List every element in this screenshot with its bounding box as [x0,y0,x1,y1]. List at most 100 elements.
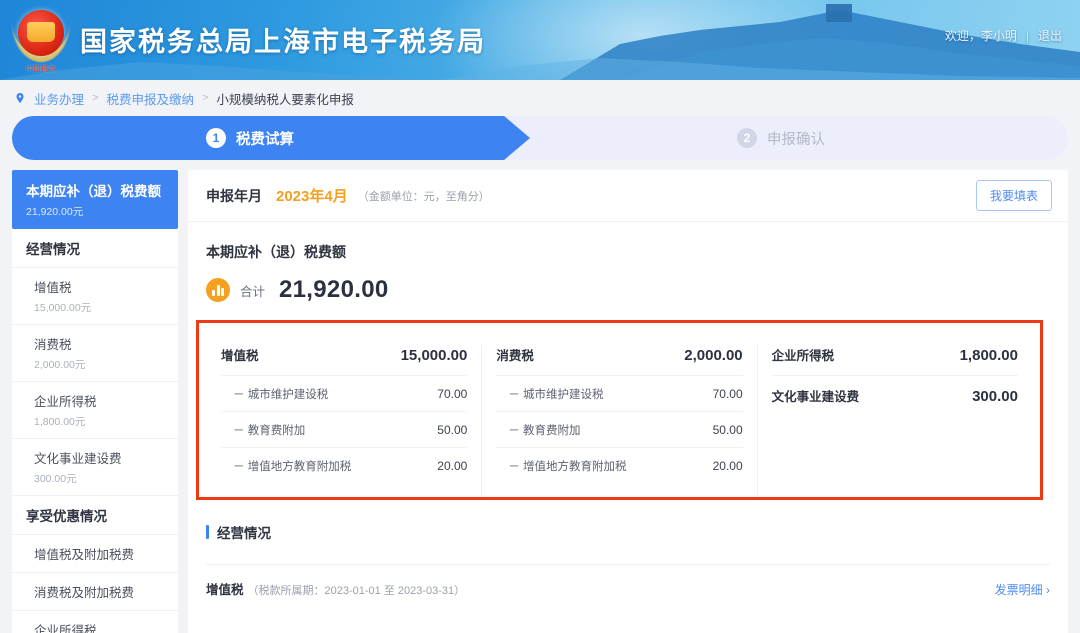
chevron-right-icon: › [1046,583,1050,597]
sidebar-item-consumption-tax[interactable]: 消费税 2,000.00元 [12,325,178,382]
breadcrumb-separator-0: > [92,92,98,104]
sidebar-item-benefit-corporate-income-tax[interactable]: 企业所得税 [12,611,178,633]
tax-sub-value: 70.00 [713,387,743,401]
tax-breakdown-highlight-box: 增值税 15,000.00 － 城市维护建设税 70.00 － 教育费附加 50… [196,320,1043,500]
page-body: 本期应补（退）税费额 21,920.00元 经营情况 增值税 15,000.00… [0,160,1080,633]
tax-column-other: 企业所得税 1,800.00 文化事业建设费 300.00 [757,345,1032,497]
tax-sub-value: 20.00 [713,459,743,473]
emblem-sublabel: 中国税务 [14,64,68,74]
total-amount-row: 合计 21,920.00 [188,262,1068,320]
sidebar-item-amount: 1,800.00元 [34,414,178,429]
sidebar-group-title-benefits: 享受优惠情况 [26,505,178,525]
business-row-name: 增值税 [206,579,244,598]
sidebar-item-label: 文化事业建设费 [34,448,178,467]
sidebar-active-amount: 21,920.00元 [26,204,178,219]
breadcrumb-item-2: 小规模纳税人要素化申报 [216,89,354,108]
sidebar-item-amount: 2,000.00元 [34,357,178,372]
emblem-disc [18,10,64,56]
payable-section-title: 本期应补（退）税费额 [188,222,1068,262]
tax-name: 企业所得税 [772,345,835,364]
total-label: 合计 [240,281,265,300]
fill-form-button[interactable]: 我要填表 [976,180,1052,211]
sidebar-item-label: 增值税及附加税费 [34,544,178,563]
invoice-detail-label: 发票明细 [995,583,1043,597]
business-section-title: 经营情况 [217,522,271,542]
sidebar-item-cultural-fee[interactable]: 文化事业建设费 300.00元 [12,439,178,496]
tax-sub-value: 70.00 [437,387,467,401]
welcome-separator: | [1026,29,1029,43]
main-panel: 申报年月 2023年4月 （金额单位：元，至角分） 我要填表 本期应补（退）税费… [188,170,1068,633]
tax-sub-name: － 增值地方教育附加税 [496,458,626,474]
sidebar-item-label: 企业所得税 [34,391,178,410]
tax-sub-value: 20.00 [437,459,467,473]
business-section-header: 经营情况 [206,522,1050,542]
tax-name: 消费税 [496,345,534,364]
tax-value: 2,000.00 [684,347,742,364]
breadcrumb: 业务办理 > 税费申报及缴纳 > 小规模纳税人要素化申报 [0,80,1080,116]
tax-sub-value: 50.00 [713,423,743,437]
tax-column-vat: 增值税 15,000.00 － 城市维护建设税 70.00 － 教育费附加 50… [207,345,481,497]
business-situation-section: 经营情况 增值税 （税款所属期：2023-01-01 至 2023-03-31）… [188,500,1068,598]
tax-value: 1,800.00 [960,347,1018,364]
sidebar-item-amount: 300.00元 [34,471,178,486]
section-accent-bar [206,525,209,539]
breadcrumb-item-0[interactable]: 业务办理 [34,89,84,108]
sidebar-item-payable-total[interactable]: 本期应补（退）税费额 21,920.00元 [12,170,178,229]
breadcrumb-item-1[interactable]: 税费申报及缴纳 [106,89,194,108]
breadcrumb-separator-1: > [202,92,208,104]
sidebar-item-label: 企业所得税 [34,620,178,633]
sidebar-item-consumption-and-surcharge[interactable]: 消费税及附加税费 [12,573,178,611]
sidebar-item-label: 增值税 [34,277,178,296]
sidebar-item-corporate-income-tax[interactable]: 企业所得税 1,800.00元 [12,382,178,439]
sidebar-item-amount: 15,000.00元 [34,300,178,315]
step-item-declaration-confirm[interactable]: 2 申报确认 [530,116,1068,160]
location-pin-icon [14,92,26,104]
sidebar-item-label: 消费税 [34,334,178,353]
tax-sub-name: － 城市维护建设税 [496,386,603,402]
step-2-label: 申报确认 [767,128,825,149]
step-2-number: 2 [737,128,757,148]
sidebar-group-benefits: 享受优惠情况 [12,496,178,535]
step-1-label: 税费试算 [236,128,294,149]
sidebar-active-title: 本期应补（退）税费额 [26,180,178,200]
sidebar-item-label: 消费税及附加税费 [34,582,178,601]
sidebar: 本期应补（退）税费额 21,920.00元 经营情况 增值税 15,000.00… [12,170,178,633]
tax-sub-name: － 城市维护建设税 [221,386,328,402]
business-row-period: （税款所属期：2023-01-01 至 2023-03-31） [248,582,466,598]
business-row-vat: 增值税 （税款所属期：2023-01-01 至 2023-03-31） 发票明细… [206,564,1050,598]
tax-column-consumption: 消费税 2,000.00 － 城市维护建设税 70.00 － 教育费附加 50.… [481,345,756,497]
tax-value: 300.00 [972,388,1018,405]
tax-name: 增值税 [221,345,259,364]
sidebar-item-vat[interactable]: 增值税 15,000.00元 [12,268,178,325]
logout-button[interactable]: 退出 [1038,27,1062,44]
tax-sub-value: 50.00 [437,423,467,437]
site-title: 国家税务总局上海市电子税务局 [80,20,486,59]
user-welcome-area: 欢迎，李小明 | 退出 [945,27,1062,44]
site-header-banner: 中国税务 国家税务总局上海市电子税务局 欢迎，李小明 | 退出 [0,0,1080,80]
declaration-period-value[interactable]: 2023年4月 [276,185,348,206]
declaration-period-label: 申报年月 [206,186,262,206]
step-item-tax-calculation[interactable]: 1 税费试算 [12,116,530,160]
tax-sub-name: － 教育费附加 [221,422,305,438]
tax-sub-row: － 增值地方教育附加税 20.00 [221,447,467,483]
amount-unit-note: （金额单位：元，至角分） [358,188,490,204]
total-value: 21,920.00 [279,276,388,304]
tax-sub-row: － 增值地方教育附加税 20.00 [496,447,742,483]
tax-sub-row: － 城市维护建设税 70.00 [496,375,742,411]
tax-value: 15,000.00 [401,347,468,364]
tax-sub-row: － 教育费附加 50.00 [496,411,742,447]
sidebar-item-vat-and-surcharge[interactable]: 增值税及附加税费 [12,535,178,573]
step-progress-bar: 1 税费试算 2 申报确认 [12,116,1068,160]
tax-name: 文化事业建设费 [772,386,860,405]
sidebar-group-business: 经营情况 [12,229,178,268]
declaration-period-header: 申报年月 2023年4月 （金额单位：元，至角分） 我要填表 [188,170,1068,222]
tax-sub-row: － 城市维护建设税 70.00 [221,375,467,411]
welcome-text: 欢迎，李小明 [945,27,1017,44]
tax-main-row: 增值税 15,000.00 [221,345,467,375]
step-1-number: 1 [206,128,226,148]
tax-sub-name: － 增值地方教育附加税 [221,458,351,474]
invoice-detail-link[interactable]: 发票明细 › [995,581,1050,598]
bar-chart-icon [206,278,230,302]
tax-main-row: 文化事业建设费 300.00 [772,375,1018,414]
tax-sub-name: － 教育费附加 [496,422,580,438]
